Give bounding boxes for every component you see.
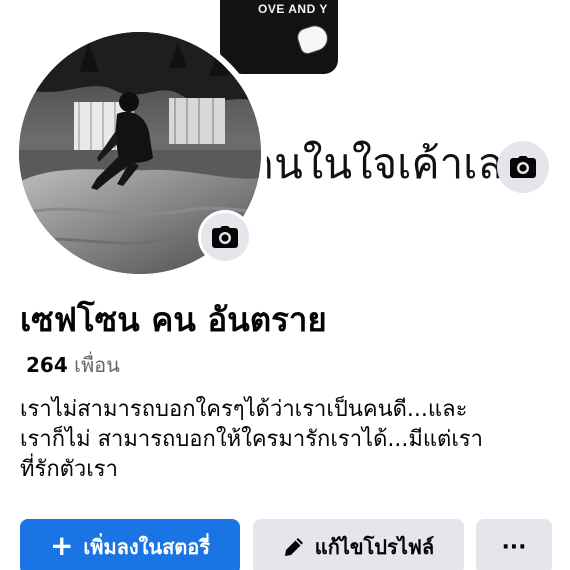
add-to-story-label: เพิ่มลงในสตอรี่ [83, 535, 211, 559]
profile-name: เซฟโซน คน อันตราย [20, 300, 327, 339]
camera-icon [212, 226, 238, 248]
ellipsis-icon: ··· [501, 534, 527, 560]
edit-cover-photo-button[interactable] [497, 141, 549, 193]
friends-count-label: เพื่อน [74, 353, 120, 377]
friends-count[interactable]: 264 เพื่อน [26, 351, 120, 379]
pencil-icon [284, 538, 303, 556]
more-options-button[interactable]: ··· [476, 519, 552, 570]
camera-icon [510, 156, 536, 178]
edit-profile-button[interactable]: แก้ไขโปรไฟล์ [253, 519, 464, 570]
friends-count-number: 264 [26, 353, 68, 377]
bio-line: เราไม่สามารถบอกใครๆได้ว่าเราเป็นคนดี...แ… [20, 397, 468, 422]
profile-bio: เราไม่สามารถบอกใครๆได้ว่าเราเป็นคนดี...แ… [20, 395, 560, 485]
edit-profile-label: แก้ไขโปรไฟล์ [314, 535, 435, 559]
add-to-story-button[interactable]: + เพิ่มลงในสตอรี่ [20, 519, 240, 570]
edit-profile-picture-button[interactable] [198, 210, 252, 264]
cover-shirt-text: OVE AND Y [258, 2, 328, 16]
bio-line: ที่รักตัวเรา [20, 457, 118, 482]
bio-line: เราก็ไม่ สามารถบอกให้ใครมารักเราได้...มี… [20, 427, 484, 452]
plus-icon: + [49, 529, 74, 562]
